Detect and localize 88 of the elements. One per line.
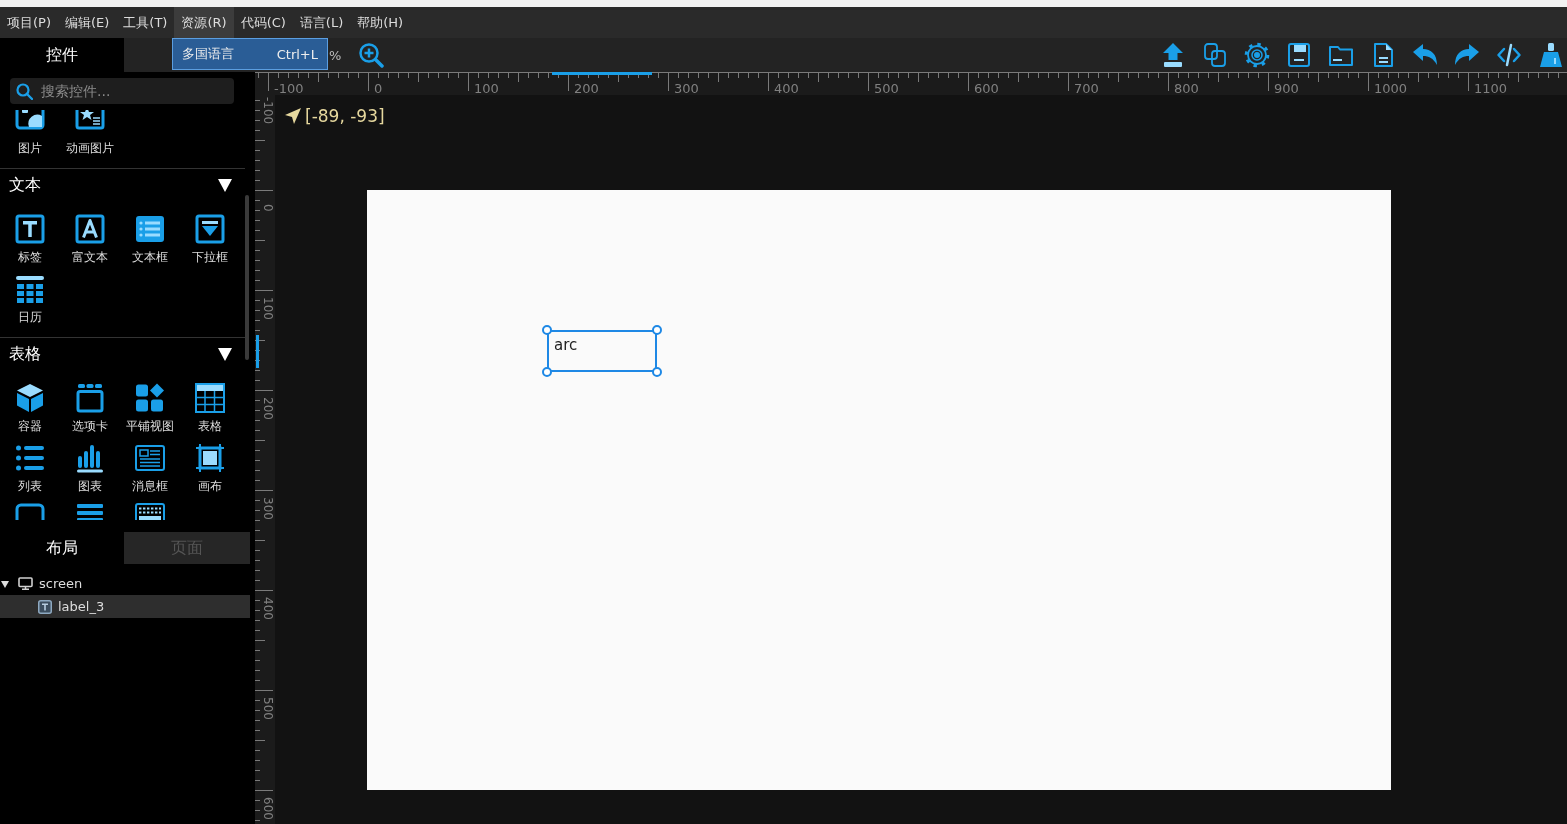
ruler-label: 200 xyxy=(574,81,599,95)
ruler-label: 100 xyxy=(474,81,499,95)
keyboard-icon xyxy=(135,503,165,520)
ruler-label: -100 xyxy=(274,81,304,95)
ruler-label: 200 xyxy=(262,397,274,420)
menu-item[interactable]: 项目(P) xyxy=(0,7,58,38)
monitor-icon xyxy=(18,577,33,590)
widget-button[interactable]: 富文本 xyxy=(60,214,120,264)
bars-icon xyxy=(75,503,105,520)
list-icon xyxy=(15,443,45,473)
zoom-level-text: % xyxy=(329,47,342,63)
bar-chart-icon xyxy=(75,443,105,473)
ruler-label: 0 xyxy=(374,81,383,95)
menu-item[interactable]: 帮助(H) xyxy=(350,7,411,38)
menu-item[interactable]: 代码(C) xyxy=(233,7,293,38)
ruler-label: -100 xyxy=(262,97,274,125)
tree-item[interactable]: screen xyxy=(0,572,250,595)
ruler-label: 400 xyxy=(774,81,799,95)
cube-icon xyxy=(15,383,45,413)
tiles-icon xyxy=(135,383,165,413)
widget-button[interactable]: 动画图片 xyxy=(60,110,120,155)
widget-button[interactable]: 画布 xyxy=(180,443,240,493)
ruler-label: 300 xyxy=(674,81,699,95)
ruler-label: 900 xyxy=(1274,81,1299,95)
menu-item[interactable]: 多国语言 Ctrl+L xyxy=(172,38,328,70)
save-icon[interactable] xyxy=(1286,42,1312,68)
settings-icon[interactable] xyxy=(1244,42,1270,68)
star-picture-icon xyxy=(75,110,105,130)
ruler-label: 600 xyxy=(974,81,999,95)
picture-icon xyxy=(15,110,45,130)
widget-button[interactable]: 下拉框 xyxy=(180,214,240,264)
caret-icon[interactable] xyxy=(1,579,9,588)
list-box-icon xyxy=(135,214,165,244)
panel-tab[interactable]: 控件 xyxy=(0,38,124,72)
tree-item[interactable]: label_3 xyxy=(0,595,250,618)
ruler-label: 400 xyxy=(262,597,274,620)
menu-item[interactable]: 编辑(E) xyxy=(58,7,117,38)
copy-icon[interactable] xyxy=(1202,42,1228,68)
widget-button[interactable]: 表格 xyxy=(180,383,240,433)
widget-button[interactable]: 日历 xyxy=(0,274,60,324)
resize-handle[interactable] xyxy=(542,325,552,335)
frame-icon xyxy=(195,443,225,473)
letter-t-icon xyxy=(15,214,45,244)
window-icon xyxy=(15,503,45,520)
search-field[interactable]: 搜索控件... xyxy=(10,78,234,104)
dropdown-icon xyxy=(195,214,225,244)
resize-handle[interactable] xyxy=(542,367,552,377)
ruler-label: 100 xyxy=(262,297,274,320)
ruler-label: 1100 xyxy=(1474,81,1508,95)
table-icon xyxy=(195,383,225,413)
widget-button[interactable]: 容器 xyxy=(0,383,60,433)
group-header[interactable]: 表格 xyxy=(0,338,245,370)
group-header[interactable]: 文本 xyxy=(0,169,245,201)
ruler-label: 800 xyxy=(1174,81,1199,95)
menu-item[interactable]: 语言(L) xyxy=(292,7,351,38)
ruler-label: 600 xyxy=(262,797,274,820)
calendar-icon xyxy=(15,274,45,304)
widget-button[interactable]: 图片 xyxy=(0,110,60,155)
ruler-label: 300 xyxy=(262,497,274,520)
widget-button[interactable]: 标签 xyxy=(0,214,60,264)
menu-item[interactable]: 工具(T) xyxy=(116,7,175,38)
search-icon xyxy=(16,83,33,100)
widget-button[interactable]: 文本框 xyxy=(120,214,180,264)
widget-button[interactable]: 选项卡 xyxy=(60,383,120,433)
widget-button[interactable]: 列表 xyxy=(0,443,60,493)
brush-icon[interactable] xyxy=(1538,42,1564,68)
resize-handle[interactable] xyxy=(652,325,662,335)
resize-handle[interactable] xyxy=(652,367,662,377)
widget-button[interactable]: 平铺视图 xyxy=(120,383,180,433)
message-box-icon xyxy=(135,443,165,473)
ruler-label: 0 xyxy=(262,204,274,212)
letter-t-icon xyxy=(38,599,52,614)
widget-button[interactable]: 图表 xyxy=(60,443,120,493)
zoom-in-icon[interactable] xyxy=(358,42,385,68)
shortcut-text: Ctrl+L xyxy=(276,46,318,62)
ruler-selection-marker xyxy=(256,335,259,368)
cursor-coordinates: [-89, -93] xyxy=(305,106,385,126)
letter-a-icon xyxy=(75,214,105,244)
code-icon[interactable] xyxy=(1496,42,1522,68)
tabs-icon xyxy=(75,383,105,413)
ruler-label: 700 xyxy=(1074,81,1099,95)
widget-button[interactable]: 消息框 xyxy=(120,443,180,493)
ruler-label: 1000 xyxy=(1374,81,1408,95)
scrollbar-thumb[interactable] xyxy=(245,195,249,360)
ruler-label: 500 xyxy=(262,697,274,720)
menu-item[interactable]: 资源(R) xyxy=(174,7,234,38)
ruler-label: 500 xyxy=(874,81,899,95)
cursor-arrow-icon xyxy=(285,108,301,124)
